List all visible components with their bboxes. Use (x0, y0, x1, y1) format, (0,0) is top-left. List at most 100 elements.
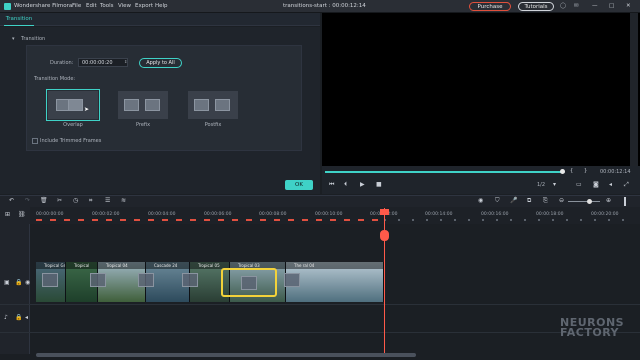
add-track-icon[interactable]: ⊞ (5, 211, 10, 218)
step-back-icon[interactable]: ⏴ (344, 181, 347, 189)
timeline-handle-icon[interactable] (624, 197, 626, 206)
ruler-tick: 00:00:16:00 (481, 212, 509, 217)
duration-label: Duration: (50, 60, 74, 66)
crop-icon[interactable]: ⌗ (89, 197, 92, 205)
menu-edit[interactable]: Edit (86, 3, 97, 9)
stop-icon[interactable]: ■ (376, 181, 382, 188)
transition-marker[interactable] (42, 273, 58, 287)
purchase-button[interactable]: Purchase (469, 2, 511, 11)
collapse-arrow-icon[interactable]: ▾ (12, 36, 15, 42)
mark-in-icon[interactable]: { (570, 168, 573, 174)
link-icon[interactable]: ⛓ (18, 211, 26, 218)
display-icon[interactable]: ▭ (576, 181, 582, 188)
zoom-slider[interactable] (568, 201, 600, 202)
volume-icon[interactable]: ◂ (609, 181, 612, 188)
prev-frame-icon[interactable]: ⏮ (329, 181, 334, 189)
mode-label: Transition Mode: (34, 76, 76, 82)
clip-title: Tropical 04 (98, 262, 145, 269)
preview-canvas (322, 13, 640, 166)
ruler-marks-played (36, 219, 384, 221)
track-lock-icon[interactable]: 🔒 (15, 279, 22, 286)
ruler-tick: 00:00:10:00 (315, 212, 343, 217)
close-icon[interactable]: ✕ (626, 3, 631, 9)
ruler-tick: 00:00:06:00 (204, 212, 232, 217)
duration-input[interactable]: 00:00:00:20 (78, 58, 128, 67)
render-icon[interactable]: ◉ (478, 197, 483, 204)
mode-postfix-label: Postfix (204, 122, 222, 128)
zoom-in-icon[interactable]: ⊕ (606, 197, 611, 204)
playhead-grip-icon[interactable] (380, 230, 389, 241)
playhead-handle[interactable] (380, 209, 389, 215)
ruler-tick: 00:00:02:00 (92, 212, 120, 217)
include-trimmed-checkbox[interactable] (32, 138, 38, 144)
panel-tab-bar (0, 13, 320, 26)
audio-wave-icon[interactable]: ≋ (121, 197, 126, 204)
mode-overlap-thumb[interactable]: ➤ (46, 89, 100, 121)
zoom-slider-knob[interactable] (587, 199, 592, 204)
transition-marker[interactable] (138, 273, 154, 287)
progress-knob[interactable] (560, 169, 565, 174)
adjust-icon[interactable]: ☰ (105, 197, 110, 204)
ratio-dropdown-icon[interactable]: ▾ (553, 181, 556, 188)
audio-lock-icon[interactable]: 🔒 (15, 314, 22, 321)
delete-icon[interactable]: 🗑 (40, 197, 48, 204)
user-icon[interactable]: ◯ (560, 3, 566, 9)
transition-marker[interactable] (90, 273, 106, 287)
menu-view[interactable]: View (118, 3, 131, 9)
clip-title: Tropical Gr.. (36, 262, 65, 269)
track-eye-icon[interactable]: ◉ (25, 279, 30, 286)
fullscreen-icon[interactable]: ⤢ (624, 181, 629, 189)
ruler-tick: 00:00:04:00 (148, 212, 176, 217)
ok-button[interactable]: OK (285, 180, 313, 190)
audio-track-icon: ♪ (4, 314, 8, 321)
title-bar: Wondershare Filmora File Edit Tools View… (0, 0, 640, 13)
neurons-factory-logo: NEURONS FACTORY (560, 317, 624, 338)
transition-marker[interactable] (182, 273, 198, 287)
mode-postfix-thumb[interactable] (188, 91, 238, 119)
clip-title: Tropical (66, 262, 97, 269)
tab-transition[interactable]: Transition (4, 13, 34, 26)
clip-title: Cascade 24 (146, 262, 189, 269)
audio-mute-icon[interactable]: ◂ (25, 314, 28, 321)
video-track-icon: ▣ (4, 279, 10, 286)
mode-prefix-thumb[interactable] (118, 91, 168, 119)
redo-icon[interactable]: ↷ (25, 197, 30, 204)
transition-marker[interactable] (284, 273, 300, 287)
play-icon[interactable]: ▶ (360, 181, 365, 188)
timeline-scrollbar[interactable] (36, 353, 416, 357)
detach-icon[interactable]: ⎘ (543, 197, 548, 205)
mode-overlap-label: Overlap (63, 122, 83, 128)
preview-timecode: 00:00:12:14 (600, 169, 631, 175)
minimize-icon[interactable]: — (592, 3, 598, 9)
menu-export[interactable]: Export (135, 3, 153, 9)
menu-tools[interactable]: Tools (100, 3, 114, 9)
mail-icon[interactable]: ✉ (574, 3, 579, 9)
clip-title: The ral 04 (286, 262, 383, 269)
document-title: transitions-start : 00:00:12:14 (283, 3, 366, 9)
mark-out-icon[interactable]: } (584, 168, 587, 174)
zoom-out-icon[interactable]: ⊖ (559, 197, 564, 204)
ruler-tick: 00:00:20:00 (591, 212, 619, 217)
snapshot-icon[interactable]: ◙ (593, 181, 599, 188)
tutorials-button[interactable]: Tutorials (518, 2, 554, 11)
filmora-logo-icon (4, 3, 11, 10)
ruler-tick: 00:00:00:00 (36, 212, 64, 217)
preview-ratio[interactable]: 1/2 (537, 182, 545, 188)
selected-transition[interactable] (221, 268, 277, 297)
transition-marker (241, 276, 257, 290)
voiceover-icon[interactable]: 🎤 (510, 197, 517, 204)
maximize-icon[interactable]: □ (609, 3, 614, 9)
menu-file[interactable]: File (72, 3, 81, 9)
preview-scrollbar[interactable] (630, 13, 638, 166)
apply-to-all-button[interactable]: Apply to All (139, 58, 182, 68)
marker-icon[interactable]: ⛉ (495, 197, 500, 205)
clip-7[interactable]: The ral 04 (286, 262, 384, 302)
speed-icon[interactable]: ◷ (73, 197, 78, 204)
stepper-icon[interactable]: ⇕ (124, 59, 127, 64)
cut-icon[interactable]: ✂ (57, 197, 62, 204)
track-headers (0, 224, 30, 354)
mixer-icon[interactable]: ⧉ (527, 197, 531, 205)
undo-icon[interactable]: ↶ (9, 197, 14, 204)
menu-help[interactable]: Help (155, 3, 168, 9)
ruler-tick: 00:00:18:00 (536, 212, 564, 217)
